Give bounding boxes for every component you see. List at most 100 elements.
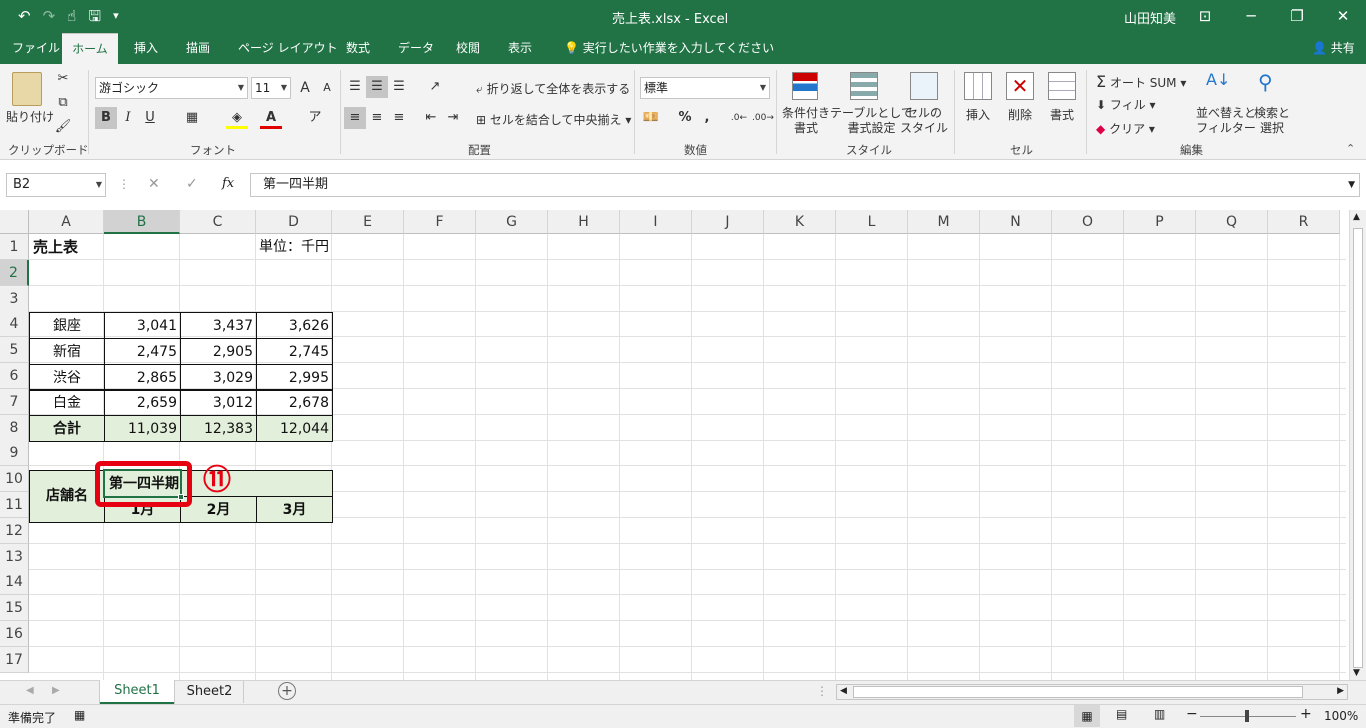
tab-home[interactable]: ホーム <box>62 33 118 64</box>
enter-icon[interactable]: ✓ <box>186 176 198 192</box>
sales-value-cell[interactable]: 3,012 <box>180 389 257 417</box>
sheet-tab-sheet1[interactable]: Sheet1 <box>100 680 174 704</box>
user-name[interactable]: 山田知美 <box>1124 8 1176 27</box>
sales-value-cell[interactable]: 3,029 <box>180 363 257 391</box>
autosum-button[interactable]: Σ オート SUM ▾ <box>1096 72 1186 91</box>
column-header[interactable]: I <box>620 210 692 234</box>
row-header[interactable]: 14 <box>0 569 29 596</box>
store-name-cell[interactable]: 渋谷 <box>29 363 105 391</box>
total-value-cell[interactable]: 12,044 <box>256 415 333 443</box>
formula-input[interactable]: 第一四半期 ▼ <box>250 173 1360 197</box>
column-header[interactable]: G <box>476 210 548 234</box>
delete-cells-icon[interactable]: ✕ <box>1006 72 1034 100</box>
next-sheet-icon[interactable]: ▶ <box>52 685 60 696</box>
row-header[interactable]: 11 <box>0 492 29 518</box>
row-header[interactable]: 7 <box>0 388 29 415</box>
redo-icon[interactable]: ↷ <box>43 7 56 25</box>
sheet-title-cell[interactable]: 売上表 <box>33 234 78 260</box>
row-header[interactable]: 13 <box>0 543 29 570</box>
find-select-button[interactable]: 検索と 選択 <box>1254 106 1290 136</box>
paste-icon[interactable] <box>12 72 42 106</box>
border-icon[interactable]: ▦ <box>181 107 203 129</box>
worksheet-grid[interactable]: ABCDEFGHIJKLMNOPQR 1 2 3 4 5 6 7 8 9 10 11 12 13 14 15… <box>0 210 1346 680</box>
column-header[interactable]: D <box>256 210 332 234</box>
sales-value-cell[interactable]: 3,437 <box>180 312 257 339</box>
normal-view-icon[interactable]: ▦ <box>1074 705 1100 727</box>
sales-value-cell[interactable]: 2,745 <box>256 337 333 365</box>
fill-color-icon[interactable]: ◈ <box>226 107 248 129</box>
format-cells-icon[interactable] <box>1048 72 1076 100</box>
cancel-icon[interactable]: ✕ <box>148 176 160 192</box>
tab-page-layout[interactable]: ページ レイアウト <box>232 33 344 64</box>
share-button[interactable]: 👤 共有 <box>1306 33 1361 64</box>
shrink-font-button[interactable]: A <box>316 77 338 99</box>
align-left-icon[interactable]: ≡ <box>344 107 366 129</box>
row-header[interactable]: 15 <box>0 595 29 622</box>
phonetic-icon[interactable]: ア <box>304 107 326 129</box>
tab-insert[interactable]: 挿入 <box>128 33 164 64</box>
column-header[interactable]: A <box>29 210 104 234</box>
select-all-corner[interactable] <box>0 210 29 234</box>
row-header[interactable]: 8 <box>0 414 29 441</box>
copy-icon[interactable]: ⧉ <box>52 92 74 114</box>
decrease-decimal-icon[interactable]: .00→ <box>752 107 774 129</box>
tab-data[interactable]: データ <box>392 33 440 64</box>
scroll-thumb[interactable] <box>1353 228 1363 668</box>
increase-decimal-icon[interactable]: .0← <box>728 107 750 129</box>
scroll-right-icon[interactable]: ▶ <box>1337 686 1344 696</box>
add-sheet-icon[interactable]: + <box>278 682 296 700</box>
total-label-cell[interactable]: 合計 <box>29 415 105 443</box>
insert-function-icon[interactable]: fx <box>222 176 234 191</box>
tab-file[interactable]: ファイル <box>6 33 66 64</box>
sales-value-cell[interactable]: 2,678 <box>256 389 333 417</box>
scroll-left-icon[interactable]: ◀ <box>840 686 847 696</box>
store-name-cell[interactable]: 新宿 <box>29 337 105 365</box>
row-header[interactable]: 17 <box>0 646 29 673</box>
column-header[interactable]: P <box>1124 210 1196 234</box>
column-header[interactable]: M <box>908 210 980 234</box>
store-name-cell[interactable]: 銀座 <box>29 312 105 339</box>
touch-mode-icon[interactable]: ☝ <box>67 7 76 25</box>
column-header[interactable]: H <box>548 210 620 234</box>
column-header[interactable]: K <box>764 210 836 234</box>
format-painter-icon[interactable]: 🖌 <box>52 116 74 138</box>
close-button[interactable]: ✕ <box>1328 4 1358 28</box>
zoom-in-icon[interactable]: + <box>1300 706 1312 722</box>
fill-button[interactable]: ⬇ フィル ▾ <box>1096 96 1156 113</box>
font-name-combo[interactable]: 游ゴシック ▼ <box>95 77 248 99</box>
wrap-text-button[interactable]: ⤶ 折り返して全体を表示する <box>476 80 630 97</box>
row-header[interactable]: 4 <box>0 311 29 338</box>
sales-value-cell[interactable]: 2,905 <box>180 337 257 365</box>
prev-sheet-icon[interactable]: ◀ <box>26 685 34 696</box>
month-header-cell[interactable]: 3月 <box>256 496 333 523</box>
sales-value-cell[interactable]: 3,626 <box>256 312 333 339</box>
ribbon-display-options-icon[interactable]: ⊡ <box>1190 4 1220 28</box>
save-icon[interactable]: 🖫 <box>88 7 101 25</box>
row-header[interactable]: 10 <box>0 466 29 493</box>
zoom-slider[interactable] <box>1200 710 1296 722</box>
collapse-ribbon-icon[interactable]: ⌃ <box>1346 142 1355 155</box>
font-color-button[interactable]: A <box>260 107 282 129</box>
minimize-button[interactable]: ─ <box>1236 4 1266 28</box>
underline-button[interactable]: U <box>139 107 161 129</box>
table-format-icon[interactable] <box>850 72 878 100</box>
scroll-down-icon[interactable]: ▼ <box>1353 668 1360 678</box>
bold-button[interactable]: B <box>95 107 117 129</box>
column-header[interactable]: E <box>332 210 404 234</box>
total-value-cell[interactable]: 12,383 <box>180 415 257 443</box>
sales-value-cell[interactable]: 2,865 <box>104 363 181 391</box>
format-cells-button[interactable]: 書式 <box>1050 106 1074 123</box>
align-middle-icon[interactable]: ☰ <box>366 76 388 98</box>
macro-record-icon[interactable]: ▦ <box>74 708 85 722</box>
sort-filter-icon[interactable]: A↓ <box>1206 70 1230 89</box>
currency-icon[interactable]: 💴 <box>640 107 662 129</box>
decrease-indent-icon[interactable]: ⇤ <box>420 107 442 129</box>
sort-filter-button[interactable]: 並べ替えと フィルター <box>1196 106 1256 136</box>
clear-button[interactable]: ◆ クリア ▾ <box>1096 120 1155 137</box>
row-header[interactable]: 5 <box>0 337 29 364</box>
total-value-cell[interactable]: 11,039 <box>104 415 181 443</box>
comma-button[interactable]: , <box>696 107 718 129</box>
column-header[interactable]: O <box>1052 210 1124 234</box>
tab-split-grip-icon[interactable]: ⋮ <box>816 684 828 698</box>
conditional-format-icon[interactable] <box>792 72 818 100</box>
